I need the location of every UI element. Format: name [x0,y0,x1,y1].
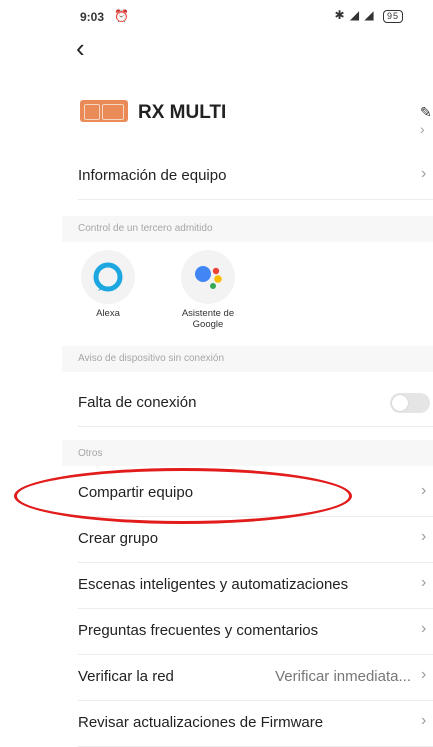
row-check-network[interactable]: Verificar la red Verificar inmediata... … [78,654,433,701]
section-third-party: Control de un tercero admitido [78,223,213,234]
signal-icon: ✱ ◢ ◢ [334,8,375,22]
integration-google-label: Asistente de Google [181,308,235,330]
pencil-icon: ✎ [420,104,432,120]
battery-level: 95 [386,11,399,21]
row-share-device[interactable]: Compartir equipo › [78,470,433,517]
alexa-icon [81,250,135,304]
integration-alexa-label: Alexa [96,308,120,319]
row-faq[interactable]: Preguntas frecuentes y comentarios › [78,608,433,655]
battery-icon: 95 [382,10,403,23]
chevron-left-icon: ‹ [76,33,85,63]
row-device-info-label: Información de equipo [78,167,227,184]
row-firmware[interactable]: Revisar actualizaciones de Firmware › [78,700,433,747]
chevron-right-icon: › [421,712,427,729]
device-name: RX MULTI [138,102,227,123]
back-button[interactable]: ‹ [76,35,100,62]
section-others: Otros [78,448,103,459]
status-indicators: ✱ ◢ ◢ 95 [334,8,403,23]
status-bar: 9:03 ⏰ ✱ ◢ ◢ 95 [0,0,433,34]
integration-google-assistant[interactable]: Asistente de Google [168,250,248,330]
offline-toggle[interactable] [390,393,430,413]
chevron-right-icon: › [421,165,427,182]
device-header: RX MULTI ✎ › [76,96,433,137]
section-offline-notice: Aviso de dispositivo sin conexión [78,353,225,364]
row-faq-label: Preguntas frecuentes y comentarios [78,622,319,639]
row-device-info[interactable]: Información de equipo › [78,153,433,200]
chevron-right-icon: › [421,666,427,683]
section-others-bg [62,440,433,466]
row-scenes-label: Escenas inteligentes y automatizaciones [78,576,349,593]
row-network-label: Verificar la red [78,668,174,685]
row-scenes[interactable]: Escenas inteligentes y automatizaciones … [78,562,433,609]
status-time: 9:03 [80,10,105,24]
chevron-right-icon: › [421,482,427,499]
alarm-clock-icon: ⏰ [114,9,129,23]
chevron-right-icon: › [421,528,427,545]
row-create-group-label: Crear grupo [78,530,159,547]
device-thumbnail-icon [80,100,128,122]
row-network-value: Verificar inmediata... [275,668,411,685]
row-offline: Falta de conexión [78,380,433,427]
row-offline-label: Falta de conexión [78,394,197,411]
edit-name-button[interactable]: ✎ › [420,104,433,137]
row-firmware-label: Revisar actualizaciones de Firmware [78,714,324,731]
row-share-label: Compartir equipo [78,484,194,501]
chevron-right-icon: › [421,620,427,637]
row-create-group[interactable]: Crear grupo › [78,516,433,563]
chevron-right-icon: › [421,574,427,591]
google-assistant-icon [181,250,235,304]
integration-alexa[interactable]: Alexa [68,250,148,319]
